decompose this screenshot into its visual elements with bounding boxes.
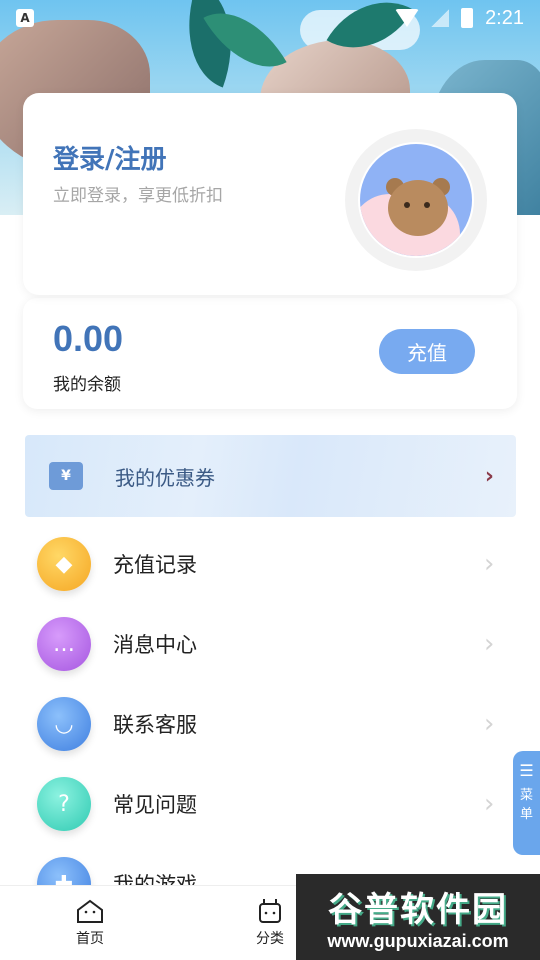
avatar-image — [358, 142, 474, 258]
menu-item-label: 消息中心 — [113, 633, 197, 657]
list-icon: ☰ — [519, 761, 534, 780]
clock: 2:21 — [485, 6, 524, 29]
balance-label: 我的余额 — [53, 375, 121, 395]
chevron-right-icon: › — [484, 709, 495, 739]
menu-item-message-center[interactable]: … 消息中心 › — [0, 604, 540, 684]
app-notification-icon: A — [16, 9, 34, 27]
menu-item-label: 常见问题 — [113, 793, 197, 817]
wifi-icon — [395, 9, 420, 27]
login-subtitle: 立即登录，享更低折扣 — [53, 186, 223, 206]
coupon-row[interactable]: ¥ 我的优惠券 › — [25, 435, 516, 517]
chevron-right-icon: › — [484, 549, 495, 579]
watermark: 谷普软件园 www.gupuxiazai.com — [296, 874, 540, 960]
coupon-label: 我的优惠券 — [115, 465, 215, 490]
floating-menu-button[interactable]: ☰ 菜 单 — [513, 751, 540, 855]
status-bar: A 2:21 — [0, 0, 540, 36]
watermark-title: 谷普软件园 — [328, 890, 508, 930]
nav-home-label: 首页 — [76, 931, 104, 947]
menu-item-recharge-record[interactable]: ◆ 充值记录 › — [0, 524, 540, 604]
menu-item-label: 充值记录 — [113, 553, 197, 577]
menu-item-customer-service[interactable]: ◡ 联系客服 › — [0, 684, 540, 764]
chevron-right-icon: › — [484, 789, 495, 819]
watermark-url: www.gupuxiazai.com — [327, 931, 509, 951]
headset-icon: ◡ — [37, 697, 91, 751]
side-menu-label: 菜 — [519, 788, 533, 803]
chevron-right-icon: › — [484, 629, 495, 659]
login-card[interactable]: 登录/注册 立即登录，享更低折扣 — [23, 93, 517, 295]
balance-card: 0.00 我的余额 充值 — [23, 298, 517, 409]
category-icon — [259, 899, 281, 923]
bear-icon — [388, 180, 448, 236]
recharge-button[interactable]: 充值 — [379, 329, 475, 374]
menu-item-label: 联系客服 — [113, 713, 197, 737]
money-bag-icon: ◆ — [37, 537, 91, 591]
balance-value: 0.00 — [53, 318, 124, 359]
chevron-right-icon: › — [484, 463, 494, 489]
nav-home[interactable]: 首页 — [0, 886, 180, 960]
avatar[interactable] — [345, 129, 487, 271]
menu-item-faq[interactable]: ? 常见问题 › — [0, 764, 540, 844]
message-icon: … — [37, 617, 91, 671]
nav-category-label: 分类 — [256, 931, 284, 947]
battery-icon — [461, 8, 474, 28]
home-icon — [77, 899, 103, 923]
coupon-icon: ¥ — [49, 462, 83, 490]
login-register-link[interactable]: 登录/注册 — [53, 139, 167, 176]
question-icon: ? — [37, 777, 91, 831]
side-menu-label: 单 — [519, 807, 533, 822]
signal-icon — [431, 9, 450, 27]
